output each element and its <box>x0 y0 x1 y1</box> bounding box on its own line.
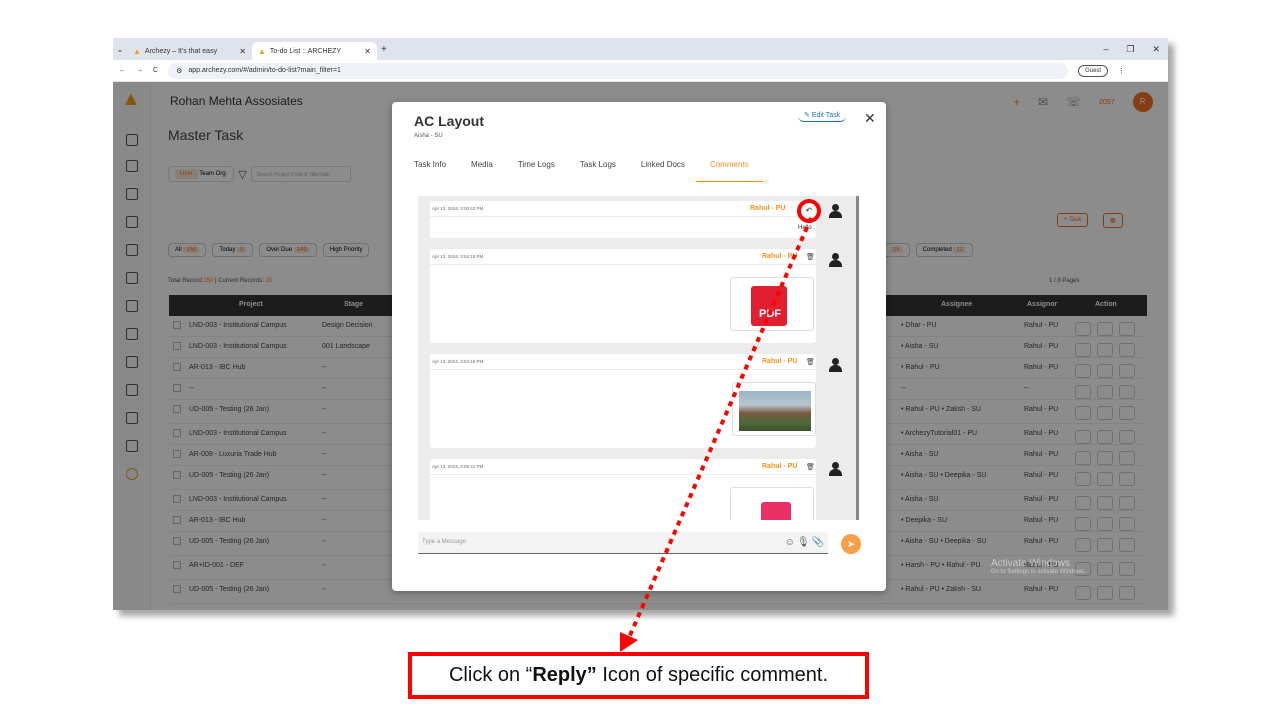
annotation-arrow <box>620 217 813 652</box>
arrow-line <box>626 217 813 641</box>
callout-suffix: Icon of specific comment. <box>596 664 829 686</box>
callout-bold: Reply” <box>532 664 597 686</box>
tutorial-slide: ⌄ ▲ Archezy – It's that easy ✕ ▲ To-do L… <box>0 0 1280 720</box>
instruction-callout: Click on “Reply” Icon of specific commen… <box>408 652 869 699</box>
callout-prefix: Click on “ <box>448 664 533 686</box>
